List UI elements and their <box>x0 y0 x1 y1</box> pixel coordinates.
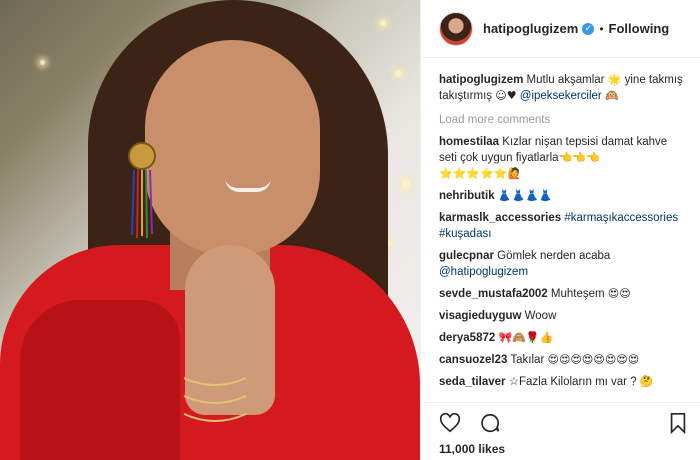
comment-text: Takılar <box>510 354 545 366</box>
earring-icon <box>128 142 156 239</box>
comment: homestilaa Kızlar nişan tepsisi damat ka… <box>439 134 687 182</box>
comment-emoji: 🎀🙈🌹👍 <box>498 331 554 344</box>
separator-dot: • <box>599 21 604 36</box>
comment-mention-link[interactable]: @hatipoglugizem <box>439 266 528 278</box>
heart-icon[interactable] <box>437 410 463 436</box>
comment-emoji: 👗👗👗👗 <box>497 189 553 202</box>
bookmark-icon[interactable] <box>665 410 691 436</box>
comment: karmaslk_accessories #karmaşıkaccessorie… <box>439 210 687 242</box>
bokeh-light <box>40 60 45 65</box>
comment: visagieduyguw Woow <box>439 308 687 324</box>
comment-text: Muhteşem <box>550 288 605 300</box>
smile <box>225 178 271 192</box>
caption-username[interactable]: hatipoglugizem <box>439 74 523 86</box>
like-count[interactable]: 11,000 likes <box>439 442 505 456</box>
comment-username[interactable]: sevde_mustafa2002 <box>439 288 548 300</box>
comment: derya5872 🎀🙈🌹👍 <box>439 330 687 346</box>
comment-emoji: 👈👈👈 <box>558 151 600 164</box>
comment-emoji: ⭐⭐⭐⭐⭐🙋 <box>439 167 522 180</box>
bracelet-icon <box>183 377 247 422</box>
bokeh-light <box>402 180 410 188</box>
post-username[interactable]: hatipoglugizem <box>483 21 578 36</box>
caption-text: Mutlu akşamlar <box>526 74 605 86</box>
comments-list: hatipoglugizem Mutlu akşamlar 🌟 yine tak… <box>421 64 700 402</box>
post-photo[interactable] <box>0 0 420 460</box>
post-side-panel: hatipoglugizem ✓ • Following hatipoglugi… <box>420 0 700 460</box>
comment-username[interactable]: nehributik <box>439 190 495 202</box>
verified-badge-icon: ✓ <box>582 22 595 35</box>
comment-username[interactable]: seda_tilaver <box>439 376 506 388</box>
comment-username[interactable]: karmaslk_accessories <box>439 212 561 224</box>
caption-emoji: 🙉 <box>604 89 619 102</box>
comment-text: Woow <box>524 310 557 322</box>
hashtag-link[interactable]: #karmaşıkaccessories <box>564 212 678 224</box>
avatar[interactable] <box>439 11 473 46</box>
comment: seda_tilaver ☆Fazla Kiloların mı var ? 🤔 <box>439 374 687 390</box>
comment-text: ☆Fazla Kiloların mı var ? <box>508 376 637 388</box>
following-button[interactable]: Following <box>609 21 670 36</box>
bokeh-light <box>380 20 386 26</box>
comment-username[interactable]: cansuozel23 <box>439 354 507 366</box>
bokeh-light <box>395 70 402 77</box>
comment-username[interactable]: visagieduyguw <box>439 310 521 322</box>
caption: hatipoglugizem Mutlu akşamlar 🌟 yine tak… <box>439 72 687 104</box>
post-header: hatipoglugizem ✓ • Following <box>421 0 700 58</box>
comment: gulecpnar Gömlek nerden acaba @hatipoglu… <box>439 248 687 280</box>
caption-emoji: ☺♥ <box>495 89 517 102</box>
action-bar <box>421 402 700 442</box>
comment-emoji: 🤔 <box>639 375 654 388</box>
comment: cansuozel23 Takılar 😍😍😍😍😍😍😍😍 <box>439 352 687 368</box>
caption-mention-link[interactable]: @ipeksekerciler <box>520 90 602 102</box>
load-more-comments-button[interactable]: Load more comments <box>439 112 687 128</box>
comment-username[interactable]: homestilaa <box>439 136 499 148</box>
comment-emoji: 😍😍 <box>607 287 631 300</box>
caption-emoji: 🌟 <box>607 73 622 86</box>
comment-username[interactable]: derya5872 <box>439 332 495 344</box>
comment: nehributik 👗👗👗👗 <box>439 188 687 204</box>
comment: sevde_mustafa2002 Muhteşem 😍😍 <box>439 286 687 302</box>
comment-emoji: 😍😍😍😍😍😍😍😍 <box>547 353 640 366</box>
comment-bubble-icon[interactable] <box>477 410 503 436</box>
comment-text: Gömlek nerden acaba <box>497 250 611 262</box>
red-coat-shadow <box>20 300 180 460</box>
comment-username[interactable]: gulecpnar <box>439 250 494 262</box>
hashtag-link[interactable]: #kuşadası <box>439 228 491 240</box>
face <box>145 40 320 255</box>
